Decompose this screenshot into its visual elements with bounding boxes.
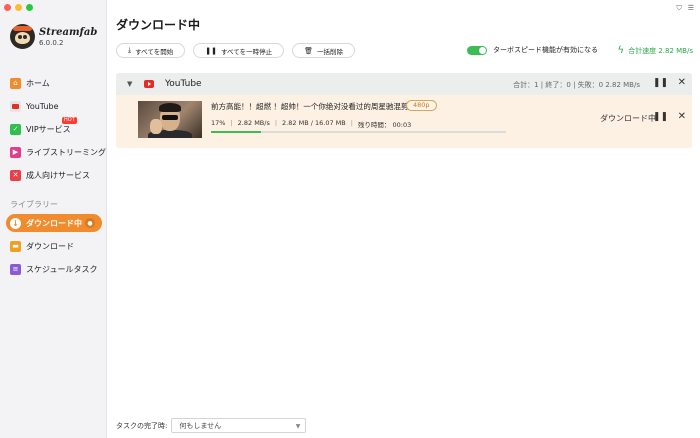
app-version: 6.0.0.2: [39, 38, 64, 47]
download-item: 前方高能！！超燃 ！超帅！一个你绝对没看过的周星驰混剪 480p 17% | 2…: [116, 95, 692, 148]
task-completion-label: タスクの完了時:: [116, 421, 168, 430]
item-status: ダウンロード中: [600, 114, 656, 123]
download-size: 2.82 MB / 16.07 MB: [282, 119, 346, 127]
sidebar-item-label: ホーム: [26, 78, 50, 88]
window-controls: [4, 4, 33, 11]
group-stats: 合計：1 | 終了：0 | 失敗：0 2.82 MB/s: [513, 81, 640, 89]
progress-bar: [211, 131, 506, 133]
sidebar-item-schedule[interactable]: ≡ スケジュールタスク: [10, 262, 97, 276]
lightning-icon: ϟ: [617, 45, 625, 56]
turbo-speed-setting: ターボスピード機能が有効になる: [467, 45, 598, 55]
sloth-badge-icon: ●: [85, 218, 95, 228]
menu-icon[interactable]: ☰: [688, 4, 694, 13]
app-logo: Streamfab 6.0.0.2: [10, 24, 97, 49]
total-speed-label: 合計速度 2.82 MB/s: [628, 46, 693, 55]
chevron-down-icon: ▼: [295, 423, 301, 430]
sloth-logo-icon: [10, 24, 35, 49]
sidebar-item-label: ダウンロード: [26, 241, 74, 251]
footer: タスクの完了時: 何もしません ▼: [116, 418, 307, 433]
minimize-window-button[interactable]: [15, 4, 22, 11]
group-pause-button[interactable]: ❚❚: [653, 78, 668, 88]
window-tools: ⛉ ☰: [676, 4, 694, 13]
total-speed: ϟ 合計速度 2.82 MB/s: [618, 45, 694, 56]
sidebar: Streamfab 6.0.0.2 ⌂ ホーム YouTube ✓ VIPサービ…: [0, 0, 107, 438]
download-meta: 17% | 2.82 MB/s | 2.82 MB / 16.07 MB | 残…: [211, 119, 412, 129]
sidebar-item-label: ライブストリーミング: [26, 147, 106, 157]
turbo-speed-toggle[interactable]: [467, 45, 487, 55]
delete-all-button[interactable]: 🗑 一括削除: [292, 43, 356, 58]
remaining-time: 残り時間： 00:03: [357, 121, 412, 129]
download-group-youtube: ▼ YouTube 合計：1 | 終了：0 | 失敗：0 2.82 MB/s ❚…: [116, 73, 692, 148]
item-pause-button[interactable]: ❚❚: [653, 112, 668, 122]
pause-all-button[interactable]: ❚❚ すべてを一時停止: [193, 43, 285, 58]
schedule-icon: ≡: [10, 263, 21, 275]
library-label: ライブラリー: [10, 200, 58, 209]
download-arrow-icon: ⤓: [128, 46, 132, 54]
sidebar-item-adult[interactable]: ✕ 成人向けサービス: [10, 168, 90, 182]
pause-icon: ❚❚: [205, 46, 217, 55]
sidebar-item-label: ダウンロード中: [26, 218, 82, 228]
sidebar-item-vip[interactable]: ✓ VIPサービス HOT: [10, 117, 77, 136]
app-name: Streamfab: [39, 26, 98, 38]
youtube-icon: [144, 80, 154, 88]
sidebar-item-downloading[interactable]: ↓ ダウンロード中 ●: [6, 214, 102, 232]
group-header: ▼ YouTube 合計：1 | 終了：0 | 失敗：0 2.82 MB/s ❚…: [116, 73, 692, 95]
toolbar: ⤓ すべてを開始 ❚❚ すべてを一時停止 🗑 一括削除: [116, 43, 356, 58]
close-window-button[interactable]: [4, 4, 11, 11]
sidebar-item-label: VIPサービス: [26, 124, 71, 134]
trash-icon: 🗑: [304, 46, 314, 55]
progress-fill: [211, 131, 262, 133]
group-name: YouTube: [165, 79, 202, 89]
sidebar-item-label: 成人向けサービス: [26, 170, 90, 180]
youtube-icon: [10, 100, 21, 112]
item-close-button[interactable]: ✕: [678, 111, 686, 122]
live-icon: ▶: [10, 146, 21, 158]
main-panel: ⛉ ☰ ダウンロード中 ⤓ すべてを開始 ❚❚ すべてを一時停止 🗑 一括削除 …: [107, 0, 700, 438]
task-completion-select[interactable]: 何もしません ▼: [171, 418, 307, 433]
adult-icon: ✕: [10, 169, 21, 181]
sidebar-item-youtube[interactable]: YouTube: [10, 99, 59, 113]
downloading-icon: ↓: [10, 217, 21, 229]
start-all-button[interactable]: ⤓ すべてを開始: [116, 43, 186, 58]
sidebar-item-home[interactable]: ⌂ ホーム: [10, 76, 50, 90]
sidebar-item-label: スケジュールタスク: [26, 264, 98, 274]
video-title: 前方高能！！超燃 ！超帅！一个你绝对没看过的周星驰混剪: [211, 102, 409, 111]
collapse-caret-icon[interactable]: ▼: [127, 80, 132, 88]
group-close-button[interactable]: ✕: [678, 77, 686, 88]
quality-badge: 480p: [406, 100, 437, 111]
turbo-speed-label: ターボスピード機能が有効になる: [493, 46, 598, 54]
video-thumbnail: [138, 101, 202, 138]
progress-percent: 17%: [211, 119, 226, 127]
page-title: ダウンロード中: [116, 18, 201, 32]
sidebar-item-downloaded[interactable]: ▬ ダウンロード: [10, 239, 74, 253]
shirt-icon[interactable]: ⛉: [676, 4, 681, 13]
home-icon: ⌂: [10, 77, 21, 89]
download-folder-icon: ▬: [10, 240, 21, 252]
download-speed: 2.82 MB/s: [237, 119, 270, 127]
vip-icon: ✓: [10, 123, 21, 135]
sidebar-item-label: YouTube: [26, 101, 59, 111]
hot-badge: HOT: [62, 117, 77, 124]
maximize-window-button[interactable]: [26, 4, 33, 11]
sidebar-item-live[interactable]: ▶ ライブストリーミング: [10, 145, 106, 159]
